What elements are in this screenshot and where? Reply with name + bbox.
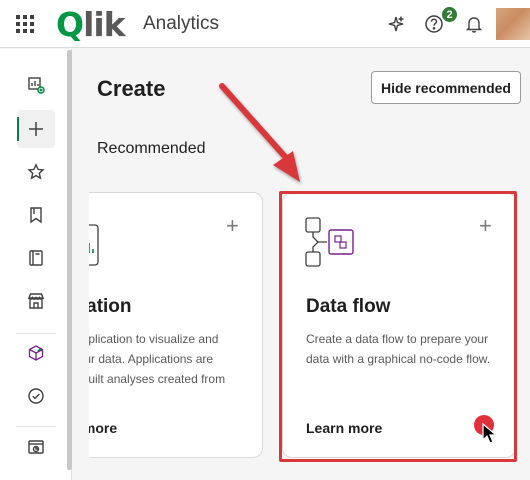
sidebar-item-tasks[interactable] bbox=[17, 377, 55, 415]
sparkle-icon[interactable] bbox=[384, 12, 408, 36]
check-circle-icon bbox=[28, 388, 44, 404]
sidebar-item-automations[interactable] bbox=[17, 334, 55, 372]
app-icon bbox=[89, 224, 99, 266]
store-icon bbox=[27, 293, 45, 309]
chart-add-icon bbox=[28, 77, 45, 94]
active-indicator bbox=[17, 117, 19, 141]
top-bar: Qlik Analytics 2 bbox=[0, 0, 530, 48]
sidebar-item-marketplace[interactable] bbox=[17, 282, 55, 320]
logo-rest: lik bbox=[83, 4, 126, 44]
desc-line: se-built analyses created from bbox=[89, 372, 226, 386]
desc-line: t your data. Applications are bbox=[89, 352, 214, 366]
sidebar-item-insights[interactable] bbox=[17, 66, 55, 104]
logo-q: Q bbox=[56, 4, 84, 44]
analytics-icon bbox=[28, 440, 44, 454]
hide-recommended-button[interactable]: Hide recommended bbox=[371, 71, 521, 104]
star-icon bbox=[27, 163, 45, 180]
mouse-cursor-icon bbox=[482, 423, 498, 444]
page-title: Create bbox=[97, 76, 166, 101]
sidebar-item-catalog[interactable] bbox=[17, 239, 55, 277]
qlik-logo[interactable]: Qlik bbox=[56, 4, 126, 44]
card-title: lication bbox=[89, 296, 132, 317]
sidebar-divider bbox=[16, 426, 56, 427]
card-analytics-app[interactable]: + lication n application to visualize an… bbox=[89, 192, 263, 458]
bookmark-icon bbox=[30, 207, 42, 224]
book-icon bbox=[29, 250, 43, 266]
card-description: n application to visualize and t your da… bbox=[89, 329, 225, 389]
section-recommended: Recommended bbox=[97, 140, 206, 157]
apps-grid-icon[interactable] bbox=[16, 15, 34, 33]
desc-line: n application to visualize and bbox=[89, 332, 219, 346]
sidebar-item-favorites[interactable] bbox=[17, 153, 55, 191]
bell-icon[interactable] bbox=[462, 12, 486, 36]
avatar[interactable] bbox=[496, 8, 530, 40]
sidebar-scrollbar[interactable] bbox=[67, 50, 72, 470]
product-name: Analytics bbox=[143, 13, 220, 34]
sidebar-item-collections[interactable] bbox=[17, 196, 55, 234]
cube-icon bbox=[28, 345, 44, 361]
plus-icon[interactable]: + bbox=[226, 215, 239, 237]
plus-icon bbox=[29, 122, 43, 136]
sidebar bbox=[0, 49, 72, 480]
help-badge: 2 bbox=[441, 6, 458, 23]
sidebar-item-create[interactable] bbox=[17, 110, 55, 148]
sidebar-item-activity[interactable] bbox=[17, 428, 55, 466]
learn-more-link[interactable]: rn more bbox=[89, 420, 117, 436]
